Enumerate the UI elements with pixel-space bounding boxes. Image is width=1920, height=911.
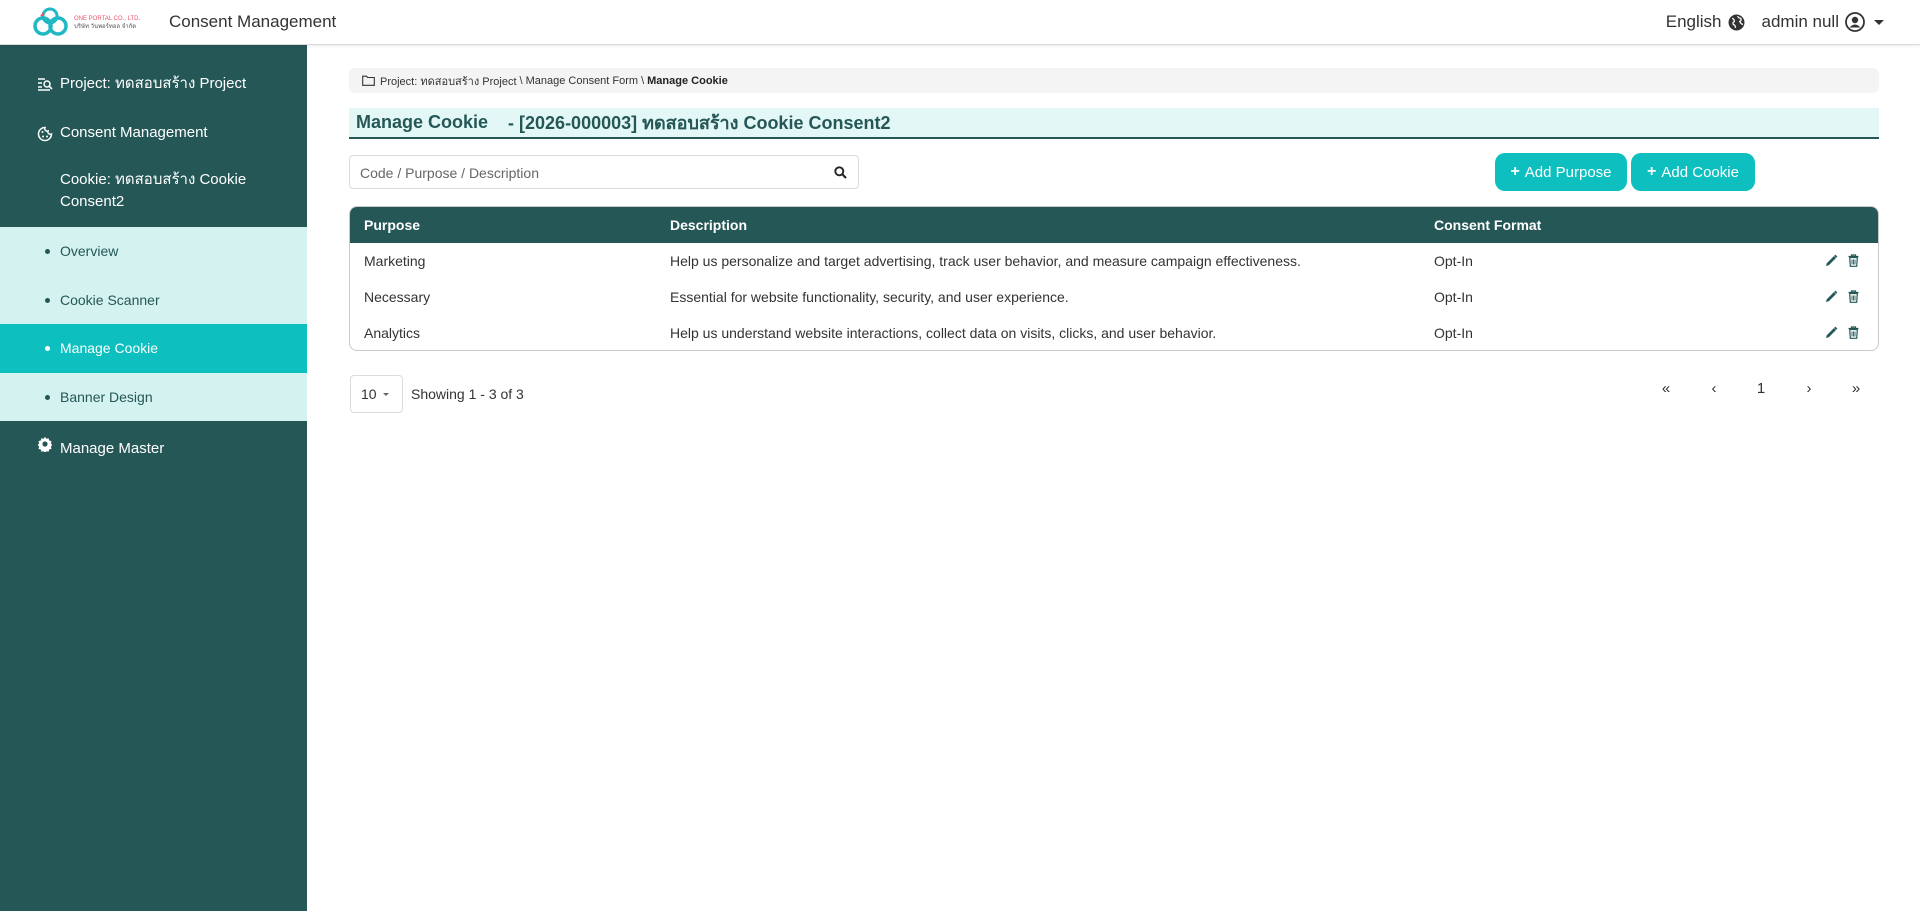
language-label: English	[1665, 12, 1722, 31]
sidebar-item-label: Cookie Scanner	[60, 292, 160, 308]
add-purpose-button[interactable]: + Add Purpose	[1495, 153, 1627, 191]
logo-infinity-icon	[33, 7, 68, 36]
cell-purpose: Analytics	[364, 325, 421, 341]
bullet-icon	[45, 395, 50, 400]
showing-count: Showing 1 - 3 of 3	[411, 386, 524, 402]
purpose-table: Purpose Description Consent Format Marke…	[349, 206, 1879, 351]
consent-management-icon	[38, 78, 53, 91]
gear-icon	[37, 436, 53, 452]
first-page-button[interactable]: «	[1654, 380, 1678, 397]
sidebar-item-banner-design[interactable]: Banner Design	[0, 373, 307, 422]
table-row[interactable]: Marketing Help us personalize and target…	[350, 243, 1878, 279]
table-row[interactable]: Analytics Help us understand website int…	[350, 315, 1878, 350]
page-number-button[interactable]: 1	[1749, 380, 1773, 397]
page-subtitle: - [2026-000003] ทดสอบสร้าง Cookie Consen…	[508, 113, 891, 133]
bullet-icon	[45, 298, 50, 303]
page-size-select[interactable]: 10	[350, 375, 403, 413]
cell-purpose: Necessary	[364, 289, 431, 305]
page-title: Manage Cookie	[356, 112, 489, 132]
chevron-down-icon	[382, 392, 389, 396]
cell-description: Help us understand website interactions,…	[670, 325, 1217, 341]
logo-company-name-thai: บริษัท วันพอร์ทอล จำกัด	[74, 23, 137, 30]
column-header-description[interactable]: Description	[670, 217, 747, 233]
delete-icon[interactable]	[1848, 254, 1859, 267]
cookie-submenu: Overview Cookie Scanner Manage Cookie Ba…	[0, 227, 307, 421]
user-name: admin null	[1761, 12, 1840, 31]
column-header-purpose[interactable]: Purpose	[364, 217, 420, 233]
cell-description: Essential for website functionality, sec…	[670, 289, 1069, 305]
add-purpose-label: Add Purpose	[1524, 163, 1612, 181]
table-row[interactable]: Necessary Essential for website function…	[350, 279, 1878, 315]
sidebar-item-cookie[interactable]: Cookie: ทดสอบสร้าง Cookie Consent2	[0, 126, 307, 217]
cell-consent-format: Opt-In	[1434, 325, 1473, 341]
sidebar-item-label-line2: Consent2	[60, 193, 125, 210]
cell-consent-format: Opt-In	[1434, 289, 1473, 305]
cookie-icon	[37, 126, 53, 142]
sidebar: Project: ทดสอบสร้าง Project Consent Mana…	[0, 26, 307, 911]
column-header-consent-format[interactable]: Consent Format	[1434, 217, 1541, 233]
breadcrumb-separator: \	[519, 74, 523, 87]
breadcrumb-item-project[interactable]: Project: ทดสอบสร้าง Project	[380, 72, 517, 90]
plus-icon: +	[1647, 163, 1657, 180]
edit-icon[interactable]	[1825, 254, 1838, 267]
sidebar-item-label: Manage Cookie	[60, 340, 159, 356]
sidebar-item-overview[interactable]: Overview	[0, 227, 307, 276]
page-size-value: 10	[361, 386, 377, 402]
chevron-down-icon	[1874, 19, 1884, 25]
delete-icon[interactable]	[1848, 290, 1859, 303]
sidebar-item-label: Cookie: ทดสอบสร้าง Cookie	[60, 171, 247, 188]
delete-icon[interactable]	[1848, 326, 1859, 339]
plus-icon: +	[1510, 163, 1520, 180]
next-page-button[interactable]: ›	[1797, 380, 1821, 397]
bullet-icon	[45, 249, 50, 254]
sidebar-item-label: Manage Master	[60, 440, 165, 457]
cell-description: Help us personalize and target advertisi…	[670, 253, 1301, 269]
table-header: Purpose Description Consent Format	[350, 207, 1878, 243]
edit-icon[interactable]	[1825, 326, 1838, 339]
company-logo[interactable]: ONE PORTAL CO., LTD. บริษัท วันพอร์ทอล จ…	[31, 6, 153, 39]
add-cookie-label: Add Cookie	[1661, 163, 1739, 181]
last-page-button[interactable]: »	[1844, 380, 1868, 397]
user-menu[interactable]: admin null	[1761, 12, 1884, 32]
sidebar-item-label: Consent Management	[60, 124, 208, 141]
sidebar-item-label: Project: ทดสอบสร้าง Project	[60, 75, 247, 92]
sidebar-item-manage-cookie[interactable]: Manage Cookie	[0, 324, 307, 373]
sidebar-item-label: Overview	[60, 243, 119, 259]
user-avatar-icon	[1845, 12, 1865, 32]
app-title: Consent Management	[169, 12, 337, 31]
breadcrumb-item-consent-form[interactable]: Manage Consent Form	[526, 75, 639, 87]
sidebar-item-label: Banner Design	[60, 389, 153, 405]
page-title-bar: Manage Cookie - [2026-000003] ทดสอบสร้าง…	[349, 108, 1879, 139]
language-selector[interactable]: English	[1666, 12, 1745, 32]
cell-consent-format: Opt-In	[1434, 253, 1473, 269]
breadcrumb-current: Manage Cookie	[647, 74, 728, 87]
add-cookie-button[interactable]: + Add Cookie	[1631, 153, 1755, 191]
breadcrumb-separator: \	[641, 74, 645, 87]
globe-icon	[1728, 14, 1744, 30]
folder-icon	[362, 75, 375, 86]
prev-page-button[interactable]: ‹	[1702, 380, 1726, 397]
logo-company-name: ONE PORTAL CO., LTD.	[74, 15, 141, 22]
cell-purpose: Marketing	[364, 253, 426, 269]
search-box	[349, 155, 859, 189]
breadcrumb: Project: ทดสอบสร้าง Project \ Manage Con…	[349, 68, 1879, 93]
sidebar-item-manage-master[interactable]: Manage Master	[0, 433, 307, 463]
sidebar-item-cookie-scanner[interactable]: Cookie Scanner	[0, 276, 307, 325]
edit-icon[interactable]	[1825, 290, 1838, 303]
bullet-icon	[45, 346, 50, 351]
top-bar: ONE PORTAL CO., LTD. บริษัท วันพอร์ทอล จ…	[0, 0, 1920, 45]
search-icon[interactable]	[834, 166, 847, 179]
search-input[interactable]	[360, 163, 820, 183]
